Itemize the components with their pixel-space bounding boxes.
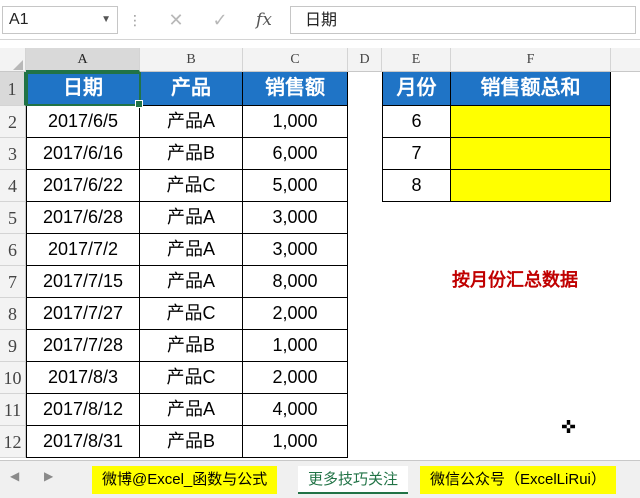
- table-cell-date[interactable]: 2017/7/2: [26, 234, 140, 266]
- annotation-text: 按月份汇总数据: [452, 270, 578, 290]
- sheet-tab-more-tips[interactable]: 更多技巧关注: [298, 466, 409, 494]
- table-cell-sales[interactable]: 1,000: [243, 426, 348, 458]
- table-cell-product[interactable]: 产品C: [140, 298, 243, 330]
- table-cell-sales[interactable]: 3,000: [243, 202, 348, 234]
- row-header-11[interactable]: 11: [0, 394, 26, 426]
- table-cell-date[interactable]: 2017/7/28: [26, 330, 140, 362]
- column-header-bar: A B C D E F: [0, 48, 640, 72]
- row-header-1[interactable]: 1: [0, 72, 26, 106]
- row-header-12[interactable]: 12: [0, 426, 26, 458]
- summary-cell-month[interactable]: 8: [382, 170, 451, 202]
- enter-icon[interactable]: ✓: [206, 6, 234, 34]
- table-cell-date[interactable]: 2017/6/28: [26, 202, 140, 234]
- summary-cell-month[interactable]: 6: [382, 106, 451, 138]
- nav-prev-icon[interactable]: ◀: [10, 469, 19, 483]
- drag-handle-icon[interactable]: ⋮: [128, 10, 143, 30]
- sheet-tab-weibo[interactable]: 微博@Excel_函数与公式: [92, 466, 278, 494]
- table-cell-date[interactable]: 2017/6/5: [26, 106, 140, 138]
- table-cell-sales[interactable]: 1,000: [243, 330, 348, 362]
- table-cell-sales[interactable]: 4,000: [243, 394, 348, 426]
- row-header-3[interactable]: 3: [0, 138, 26, 170]
- table-cell-date[interactable]: 2017/7/27: [26, 298, 140, 330]
- insert-function-icon[interactable]: fx: [250, 6, 278, 34]
- column-header-c[interactable]: C: [243, 48, 348, 72]
- table-cell-product[interactable]: 产品B: [140, 426, 243, 458]
- column-header-e[interactable]: E: [382, 48, 451, 72]
- header-cell-product[interactable]: 产品: [140, 72, 243, 106]
- sheet-tab-wechat[interactable]: 微信公众号（ExcelLiRui）: [420, 466, 616, 494]
- table-cell-product[interactable]: 产品A: [140, 202, 243, 234]
- select-all-button[interactable]: [0, 48, 26, 72]
- table-cell-sales[interactable]: 2,000: [243, 298, 348, 330]
- summary-header-sales-total[interactable]: 销售额总和: [451, 72, 611, 106]
- table-cell-date[interactable]: 2017/6/16: [26, 138, 140, 170]
- table-cell-date[interactable]: 2017/6/22: [26, 170, 140, 202]
- summary-cell-sales-total[interactable]: [451, 138, 611, 170]
- summary-cell-sales-total[interactable]: [451, 106, 611, 138]
- row-header-9[interactable]: 9: [0, 330, 26, 362]
- table-cell-product[interactable]: 产品B: [140, 330, 243, 362]
- chevron-down-icon[interactable]: ▼: [101, 7, 111, 33]
- summary-cell-month[interactable]: 7: [382, 138, 451, 170]
- row-header-4[interactable]: 4: [0, 170, 26, 202]
- name-box[interactable]: A1 ▼: [2, 6, 118, 34]
- table-cell-date[interactable]: 2017/8/3: [26, 362, 140, 394]
- table-cell-date[interactable]: 2017/8/31: [26, 426, 140, 458]
- sheet-tab-bar: ◀ ▶ 微博@Excel_函数与公式 更多技巧关注 微信公众号（ExcelLiR…: [0, 460, 640, 498]
- header-cell-date[interactable]: 日期: [26, 72, 140, 106]
- cancel-icon[interactable]: ✕: [162, 6, 190, 34]
- name-box-value: A1: [9, 11, 29, 28]
- table-cell-date[interactable]: 2017/8/12: [26, 394, 140, 426]
- column-header-b[interactable]: B: [140, 48, 243, 72]
- table-cell-sales[interactable]: 1,000: [243, 106, 348, 138]
- table-cell-sales[interactable]: 3,000: [243, 234, 348, 266]
- cursor-crosshair-icon: ✜: [561, 417, 577, 437]
- row-header-7[interactable]: 7: [0, 266, 26, 298]
- table-cell-product[interactable]: 产品A: [140, 234, 243, 266]
- column-header-d[interactable]: D: [348, 48, 382, 72]
- formula-bar: A1 ▼ ⋮ ✕ ✓ fx 日期: [0, 0, 640, 40]
- formula-input[interactable]: 日期: [290, 6, 636, 34]
- header-cell-sales[interactable]: 销售额: [243, 72, 348, 106]
- summary-cell-sales-total[interactable]: [451, 170, 611, 202]
- table-cell-sales[interactable]: 2,000: [243, 362, 348, 394]
- table-cell-date[interactable]: 2017/7/15: [26, 266, 140, 298]
- table-cell-product[interactable]: 产品A: [140, 394, 243, 426]
- table-cell-sales[interactable]: 6,000: [243, 138, 348, 170]
- table-cell-sales[interactable]: 5,000: [243, 170, 348, 202]
- row-header-8[interactable]: 8: [0, 298, 26, 330]
- table-cell-product[interactable]: 产品A: [140, 266, 243, 298]
- table-cell-product[interactable]: 产品B: [140, 138, 243, 170]
- row-header-2[interactable]: 2: [0, 106, 26, 138]
- nav-next-icon[interactable]: ▶: [44, 469, 53, 483]
- row-header-5[interactable]: 5: [0, 202, 26, 234]
- table-cell-product[interactable]: 产品C: [140, 362, 243, 394]
- row-header-10[interactable]: 10: [0, 362, 26, 394]
- column-header-f[interactable]: F: [451, 48, 611, 72]
- row-header-6[interactable]: 6: [0, 234, 26, 266]
- table-cell-product[interactable]: 产品A: [140, 106, 243, 138]
- summary-header-month[interactable]: 月份: [382, 72, 451, 106]
- table-cell-product[interactable]: 产品C: [140, 170, 243, 202]
- column-header-a[interactable]: A: [26, 48, 140, 72]
- table-cell-sales[interactable]: 8,000: [243, 266, 348, 298]
